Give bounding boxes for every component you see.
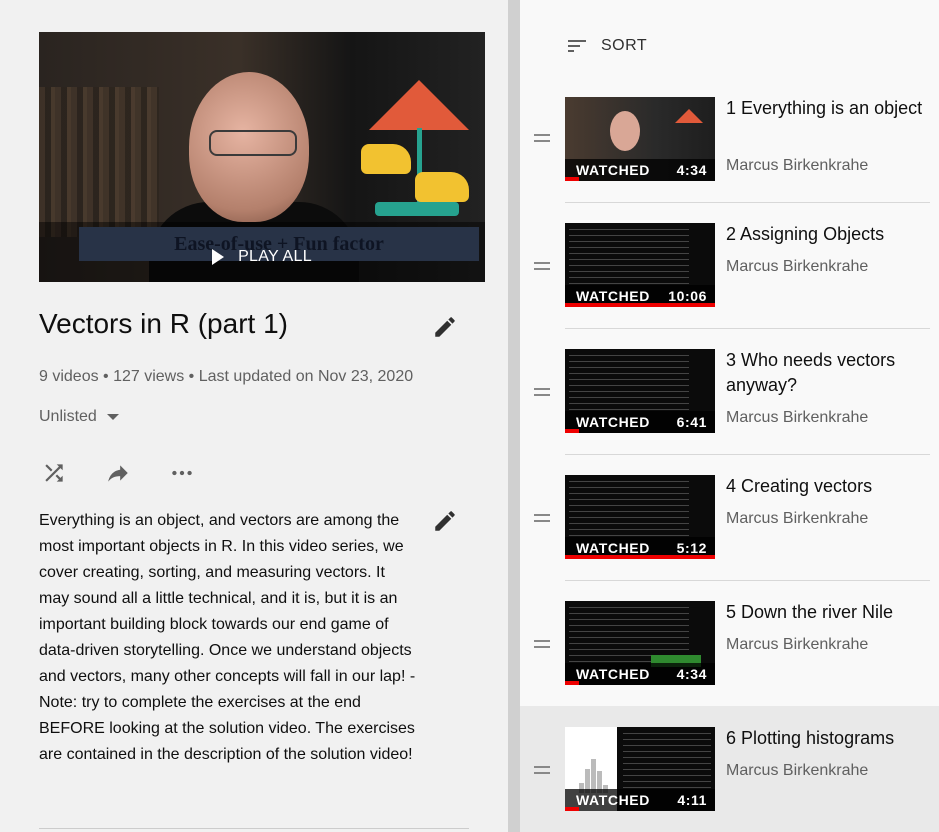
playlist-video-list: SORT WATCHED 4:34 1 Everything is an obj…	[520, 0, 939, 832]
watched-label: WATCHED	[576, 666, 650, 682]
divider	[565, 454, 930, 455]
progress-bar	[565, 681, 579, 685]
watched-overlay: WATCHED 6:41	[565, 411, 715, 433]
play-all-label: PLAY ALL	[238, 248, 312, 265]
watched-overlay: WATCHED 4:34	[565, 159, 715, 181]
video-title[interactable]: 4 Creating vectors	[726, 474, 931, 499]
divider	[565, 580, 930, 581]
list-item[interactable]: WATCHED 5:12 4 Creating vectors Marcus B…	[520, 454, 939, 580]
watched-label: WATCHED	[576, 162, 650, 178]
drag-handle-icon[interactable]	[534, 134, 550, 142]
playlist-stats: 9 videos • 127 views • Last updated on N…	[39, 368, 414, 385]
glasses-graphic	[209, 130, 297, 156]
shuffle-icon[interactable]	[39, 458, 69, 488]
video-thumbnail[interactable]: WATCHED 4:34	[565, 601, 715, 685]
presenter-face	[610, 111, 640, 151]
video-title[interactable]: 1 Everything is an object	[726, 96, 931, 121]
sort-label: SORT	[601, 37, 648, 54]
play-icon	[212, 249, 225, 265]
video-thumbnail[interactable]: WATCHED 4:11	[565, 727, 715, 811]
more-icon[interactable]	[167, 458, 197, 488]
duration-label: 4:34	[676, 162, 707, 178]
carousel-horse-graphic	[415, 172, 469, 202]
video-title[interactable]: 6 Plotting histograms	[726, 726, 931, 751]
share-icon[interactable]	[103, 458, 133, 488]
playlist-description: Everything is an object, and vectors are…	[39, 512, 416, 763]
channel-name[interactable]: Marcus Birkenkrahe	[726, 157, 868, 175]
progress-bar	[565, 807, 579, 811]
play-all-button[interactable]: PLAY ALL	[39, 242, 485, 272]
playlist-thumbnail[interactable]: Ease-of-use + Fun factor PLAY ALL	[39, 32, 485, 282]
playlist-actions	[39, 458, 197, 488]
watched-label: WATCHED	[576, 540, 650, 556]
channel-name[interactable]: Marcus Birkenkrahe	[726, 409, 868, 427]
carousel-graphic	[675, 109, 703, 123]
watched-overlay: WATCHED 4:11	[565, 789, 715, 811]
terminal-graphic	[569, 229, 689, 289]
playlist-title: Vectors in R (part 1)	[39, 308, 288, 339]
progress-bar	[565, 429, 579, 433]
carousel-base-graphic	[375, 202, 459, 216]
panel-divider	[508, 0, 520, 832]
channel-name[interactable]: Marcus Birkenkrahe	[726, 258, 868, 276]
progress-bar	[565, 555, 715, 559]
drag-handle-icon[interactable]	[534, 388, 550, 396]
divider	[39, 828, 469, 829]
duration-label: 10:06	[668, 288, 707, 304]
terminal-graphic	[623, 733, 711, 793]
drag-handle-icon[interactable]	[534, 640, 550, 648]
video-thumbnail[interactable]: WATCHED 5:12	[565, 475, 715, 559]
list-item[interactable]: WATCHED 4:34 5 Down the river Nile Marcu…	[520, 580, 939, 706]
list-item[interactable]: WATCHED 4:34 1 Everything is an object M…	[520, 84, 939, 210]
privacy-label: Unlisted	[39, 408, 97, 425]
duration-label: 6:41	[676, 414, 707, 430]
list-item[interactable]: WATCHED 6:41 3 Who needs vectors anyway?…	[520, 328, 939, 454]
video-title[interactable]: 3 Who needs vectors anyway?	[726, 348, 931, 398]
chevron-down-icon	[106, 414, 119, 420]
duration-label: 5:12	[676, 540, 707, 556]
progress-bar	[565, 303, 715, 307]
bookshelf-graphic	[39, 87, 159, 237]
video-thumbnail[interactable]: WATCHED 6:41	[565, 349, 715, 433]
video-thumbnail[interactable]: WATCHED 10:06	[565, 223, 715, 307]
watched-overlay: WATCHED 4:34	[565, 663, 715, 685]
carousel-canopy-graphic	[369, 80, 469, 130]
drag-handle-icon[interactable]	[534, 514, 550, 522]
video-title[interactable]: 5 Down the river Nile	[726, 600, 931, 625]
list-item[interactable]: WATCHED 10:06 2 Assigning Objects Marcus…	[520, 202, 939, 328]
duration-label: 4:11	[677, 792, 707, 808]
duration-label: 4:34	[676, 666, 707, 682]
terminal-graphic	[569, 481, 689, 541]
playlist-sidebar: Ease-of-use + Fun factor PLAY ALL Vector…	[0, 0, 508, 832]
watched-label: WATCHED	[576, 414, 650, 430]
terminal-graphic	[569, 355, 689, 415]
edit-description-icon[interactable]	[432, 508, 458, 534]
sort-icon	[568, 40, 586, 52]
watched-label: WATCHED	[576, 792, 650, 808]
drag-handle-icon[interactable]	[534, 766, 550, 774]
list-item[interactable]: WATCHED 4:11 6 Plotting histograms Marcu…	[520, 706, 939, 832]
carousel-horse-graphic	[361, 144, 411, 174]
divider	[565, 202, 930, 203]
privacy-dropdown[interactable]: Unlisted	[39, 408, 119, 426]
channel-name[interactable]: Marcus Birkenkrahe	[726, 762, 868, 780]
progress-bar	[565, 177, 579, 181]
video-title[interactable]: 2 Assigning Objects	[726, 222, 931, 247]
watched-label: WATCHED	[576, 288, 650, 304]
channel-name[interactable]: Marcus Birkenkrahe	[726, 636, 868, 654]
channel-name[interactable]: Marcus Birkenkrahe	[726, 510, 868, 528]
edit-title-icon[interactable]	[432, 314, 458, 340]
sort-button[interactable]: SORT	[565, 34, 647, 58]
drag-handle-icon[interactable]	[534, 262, 550, 270]
divider	[565, 328, 930, 329]
video-thumbnail[interactable]: WATCHED 4:34	[565, 97, 715, 181]
